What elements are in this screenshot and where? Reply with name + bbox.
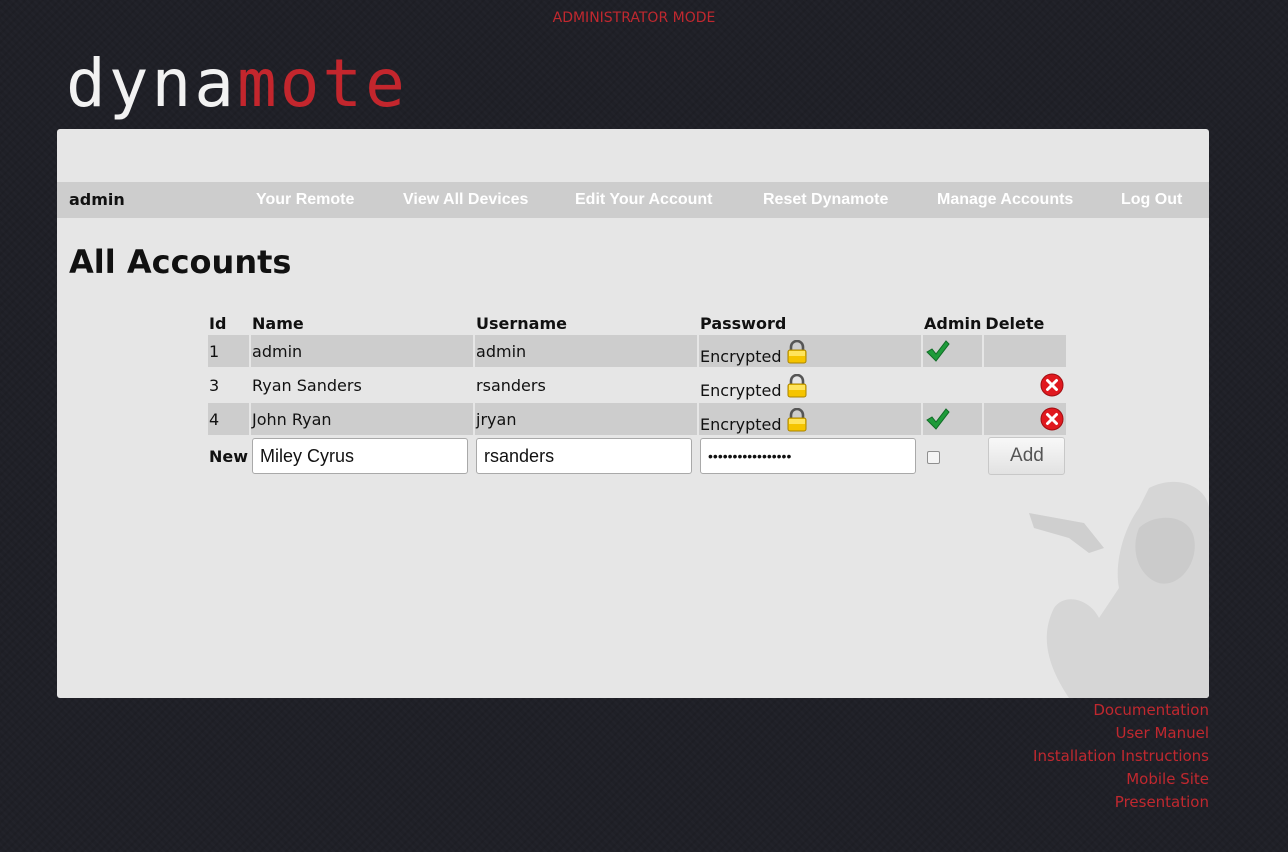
- password-status: Encrypted: [700, 381, 782, 400]
- lock-icon: [787, 408, 807, 432]
- cell-delete: [984, 335, 1067, 367]
- page-title: All Accounts: [69, 243, 292, 281]
- table-row: 3 Ryan Sanders rsanders Encrypted: [208, 369, 1066, 401]
- cell-id: 3: [209, 375, 220, 395]
- cell-new-username: [475, 437, 697, 475]
- cell-admin: [923, 403, 983, 435]
- cell-new-add: Add: [984, 437, 1066, 475]
- cell-id: 4: [208, 403, 250, 435]
- nav-view-all-devices[interactable]: View All Devices: [403, 182, 528, 218]
- footer-link-presentation[interactable]: Presentation: [1033, 791, 1209, 814]
- nav-manage-accounts[interactable]: Manage Accounts: [937, 182, 1073, 218]
- cell-id: 1: [208, 335, 250, 367]
- column-header-delete: Delete: [985, 314, 1045, 333]
- cell-admin: [923, 335, 983, 367]
- new-row-label: New: [209, 446, 249, 466]
- dynamote-logo[interactable]: dynamote: [66, 42, 408, 126]
- password-status: Encrypted: [700, 415, 782, 434]
- nav-reset-dynamote[interactable]: Reset Dynamote: [763, 182, 888, 218]
- current-user-label: admin: [69, 190, 125, 209]
- table-row: 1 admin admin Encrypted: [208, 335, 1067, 367]
- lock-icon: [787, 374, 807, 398]
- table-header-row: Id Name Username Password Admin Delete: [208, 309, 1066, 333]
- cell-password: Encrypted: [699, 403, 922, 435]
- admin-check-icon: [926, 408, 950, 430]
- footer-link-user-manuel[interactable]: User Manuel: [1033, 722, 1209, 745]
- cell-password: Encrypted: [699, 335, 922, 367]
- cell-username: rsanders: [476, 375, 546, 395]
- footer-links: Documentation User Manuel Installation I…: [1033, 699, 1209, 814]
- nav-your-remote[interactable]: Your Remote: [256, 182, 354, 218]
- footer-link-mobile-site[interactable]: Mobile Site: [1033, 768, 1209, 791]
- column-header-admin: Admin: [924, 314, 982, 333]
- cell-delete: [984, 403, 1067, 435]
- cell-name: admin: [251, 335, 474, 367]
- cell-admin: [923, 369, 982, 401]
- cell-new-name: [251, 437, 473, 475]
- nav-log-out[interactable]: Log Out: [1121, 182, 1182, 218]
- cell-new-password: [699, 437, 921, 475]
- new-admin-checkbox[interactable]: [927, 450, 941, 464]
- new-password-input[interactable]: [700, 438, 917, 474]
- column-header-password: Password: [700, 314, 787, 333]
- lock-icon: [787, 340, 807, 364]
- background-figure-image: [1029, 481, 1209, 698]
- delete-icon[interactable]: [1040, 407, 1064, 431]
- column-header-name: Name: [252, 314, 304, 333]
- main-panel: admin Your Remote View All Devices Edit …: [57, 129, 1209, 698]
- cell-delete: [984, 369, 1066, 401]
- add-account-button[interactable]: Add: [988, 437, 1066, 475]
- accounts-table: Id Name Username Password Admin Delete 1…: [206, 307, 1068, 477]
- administrator-mode-banner: ADMINISTRATOR MODE: [552, 10, 716, 26]
- admin-check-icon: [926, 340, 950, 362]
- cell-username: jryan: [475, 403, 698, 435]
- column-header-username: Username: [476, 314, 567, 333]
- password-status: Encrypted: [700, 347, 782, 366]
- column-header-id: Id: [209, 314, 227, 333]
- logo-part-2: mote: [236, 45, 408, 122]
- delete-icon[interactable]: [1040, 373, 1064, 397]
- new-username-input[interactable]: [476, 438, 693, 474]
- cell-new-admin: [923, 437, 982, 475]
- nav-edit-your-account[interactable]: Edit Your Account: [575, 182, 712, 218]
- new-account-row: New Add: [208, 437, 1066, 475]
- table-row: 4 John Ryan jryan Encrypted: [208, 403, 1067, 435]
- cell-username: admin: [475, 335, 698, 367]
- cell-password: Encrypted: [699, 369, 921, 401]
- new-name-input[interactable]: [252, 438, 469, 474]
- footer-link-installation-instructions[interactable]: Installation Instructions: [1033, 745, 1209, 768]
- logo-part-1: dyna: [66, 45, 237, 122]
- cell-name: John Ryan: [251, 403, 474, 435]
- navigation-bar: admin Your Remote View All Devices Edit …: [57, 182, 1209, 218]
- footer-link-documentation[interactable]: Documentation: [1033, 699, 1209, 722]
- cell-name: Ryan Sanders: [252, 375, 362, 395]
